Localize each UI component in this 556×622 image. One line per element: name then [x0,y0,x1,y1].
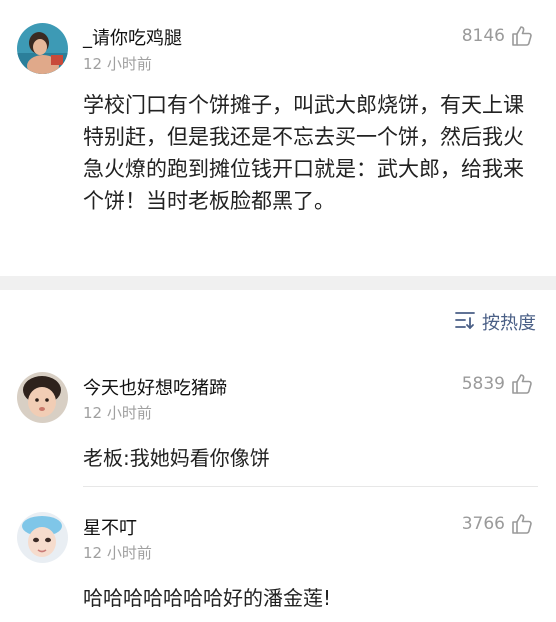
like-count: 5839 [461,374,505,394]
sort-icon [454,310,476,335]
like-count: 3766 [461,514,505,534]
post-body: 学校门口有个饼摊子，叫武大郎烧饼，有天上课特别赶，但是我还是不忘去买一个饼，然后… [83,93,524,213]
author-name[interactable]: 今天也好想吃猪蹄 [83,374,227,400]
comment-body: 哈哈哈哈哈哈哈好的潘金莲! [83,586,332,610]
avatar[interactable] [17,23,68,74]
comment-body: 老板:我她妈看你像饼 [83,446,270,470]
thumbs-up-icon [511,513,533,535]
author-name[interactable]: 星不叮 [83,514,137,540]
like-button[interactable]: 8146 [462,25,533,47]
like-count: 8146 [461,26,505,46]
avatar[interactable] [17,372,68,423]
author-name[interactable]: _请你吃鸡腿 [83,24,182,50]
sort-label: 按热度 [482,313,536,334]
main-post: _请你吃鸡腿 12 小时前 8146 学校门口有个饼摊子，叫武大郎烧饼，有天上课… [0,0,556,276]
like-button[interactable]: 5839 [462,373,533,395]
avatar[interactable] [17,512,68,563]
section-separator [0,276,556,290]
sort-by-hot-button[interactable]: 按热度 [454,309,536,335]
thumbs-up-icon [511,373,533,395]
timestamp: 12 小时前 [83,404,152,422]
timestamp: 12 小时前 [83,55,152,73]
like-button[interactable]: 3766 [462,513,533,535]
timestamp: 12 小时前 [83,544,152,562]
thumbs-up-icon [511,25,533,47]
comment-divider [83,486,538,487]
